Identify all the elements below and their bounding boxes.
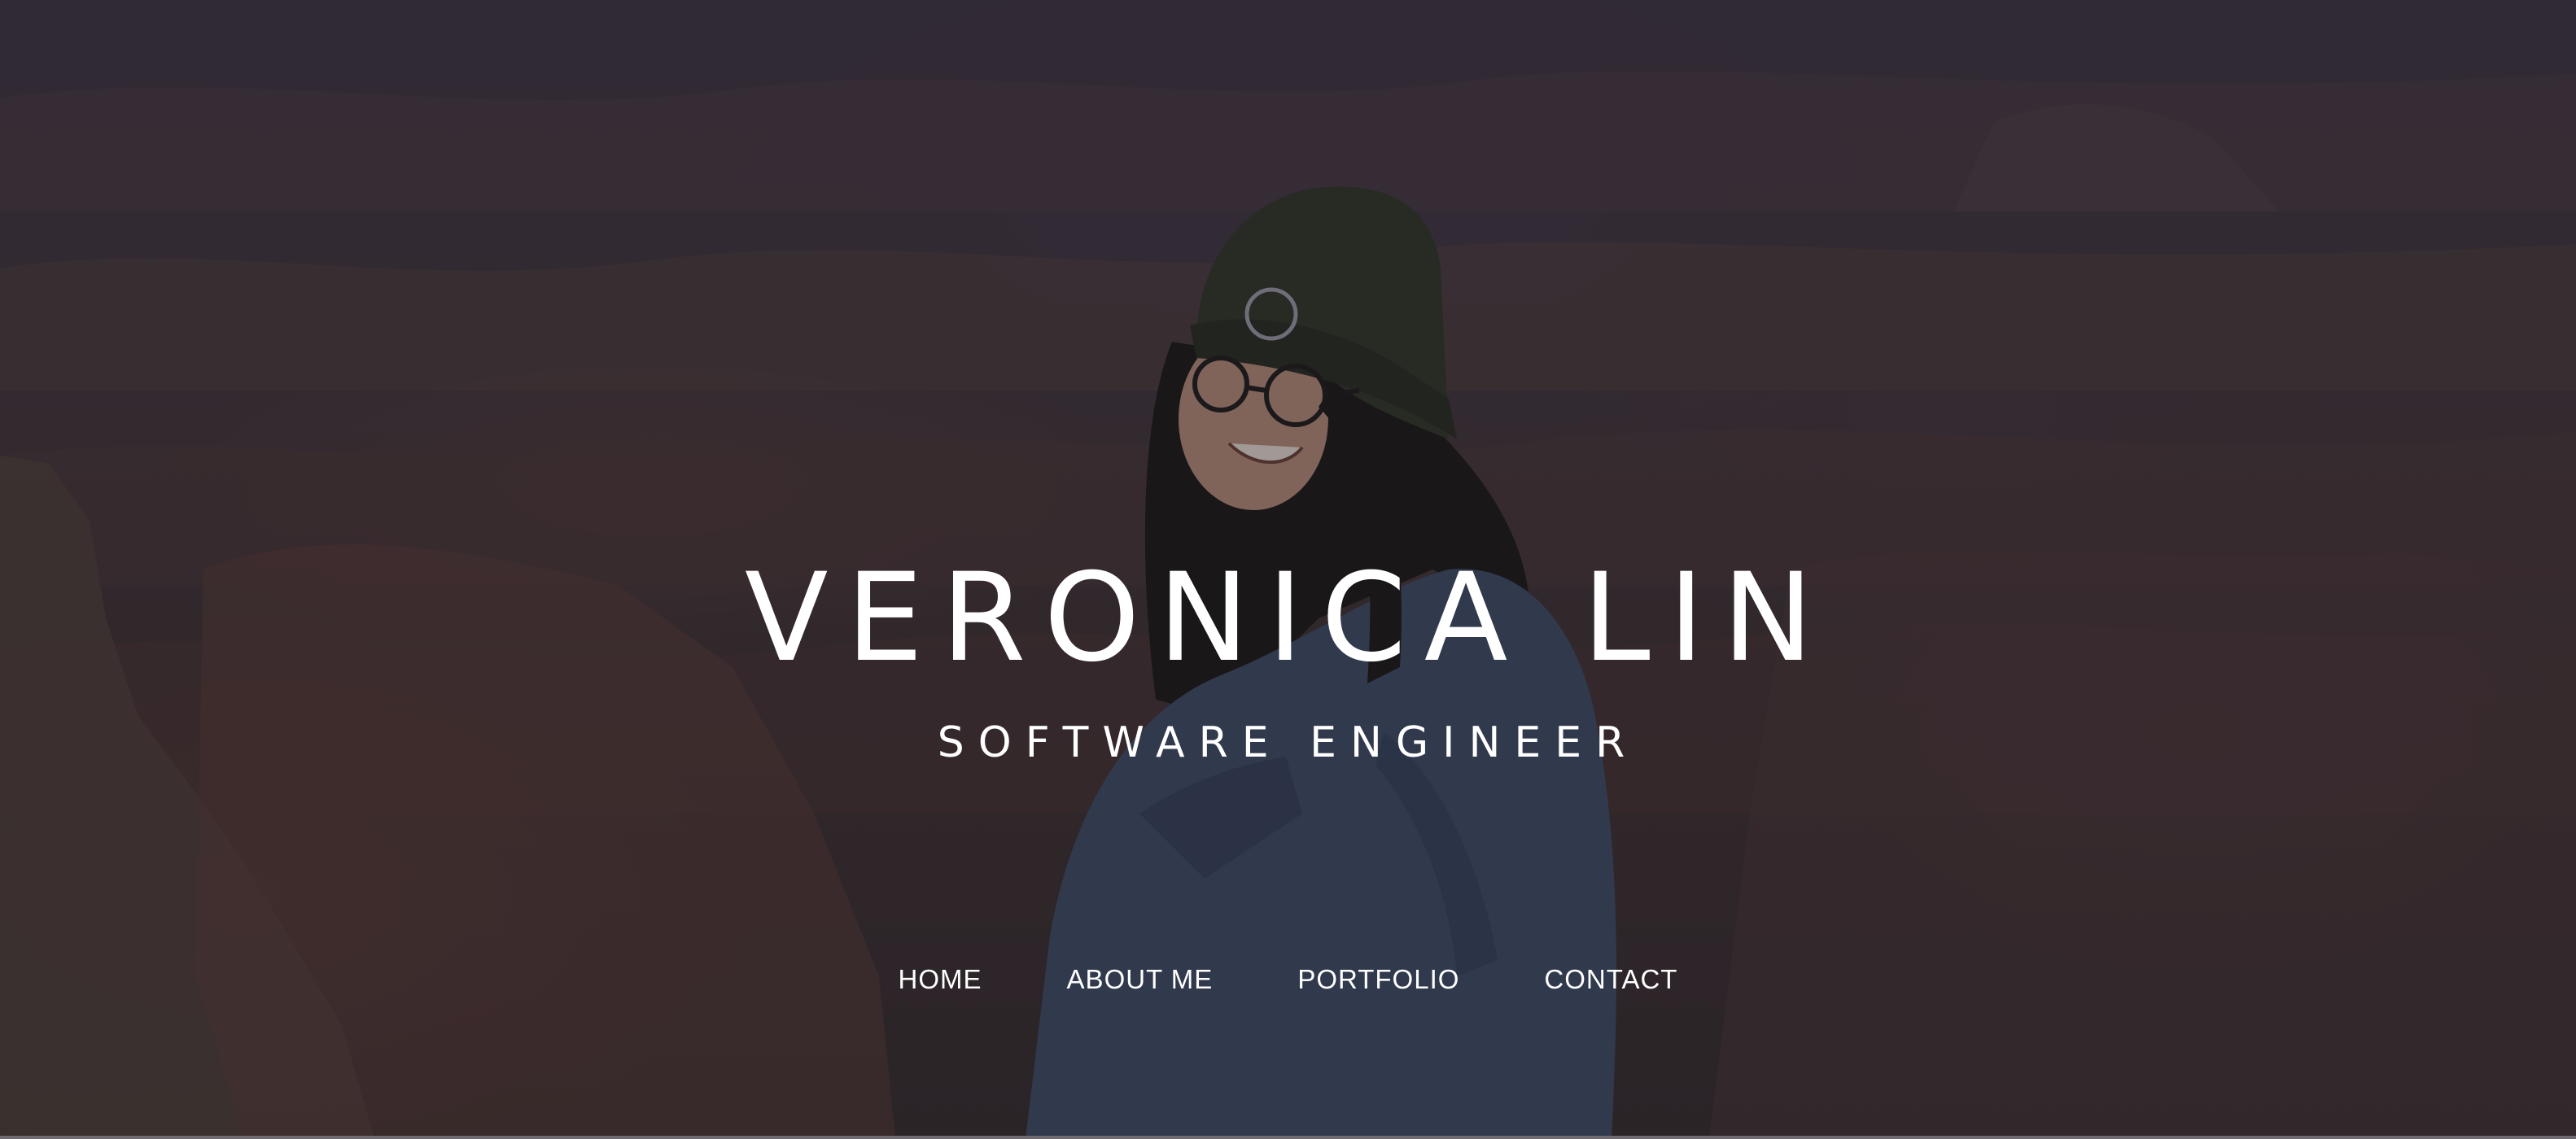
main-nav: HOME ABOUT ME PORTFOLIO CONTACT <box>0 960 2576 999</box>
hero-section: VERONICA LIN SOFTWARE ENGINEER HOME ABOU… <box>0 0 2576 1139</box>
bottom-divider <box>0 1136 2576 1139</box>
nav-portfolio-link[interactable]: PORTFOLIO <box>1255 960 1502 999</box>
nav-home-link[interactable]: HOME <box>856 960 1025 999</box>
nav-about-me-link[interactable]: ABOUT ME <box>1025 960 1256 999</box>
hero-content: VERONICA LIN SOFTWARE ENGINEER HOME ABOU… <box>0 0 2576 1139</box>
hero-name: VERONICA LIN <box>744 548 1832 689</box>
hero-subtitle: SOFTWARE ENGINEER <box>937 718 1639 767</box>
nav-contact-link[interactable]: CONTACT <box>1502 960 1720 999</box>
